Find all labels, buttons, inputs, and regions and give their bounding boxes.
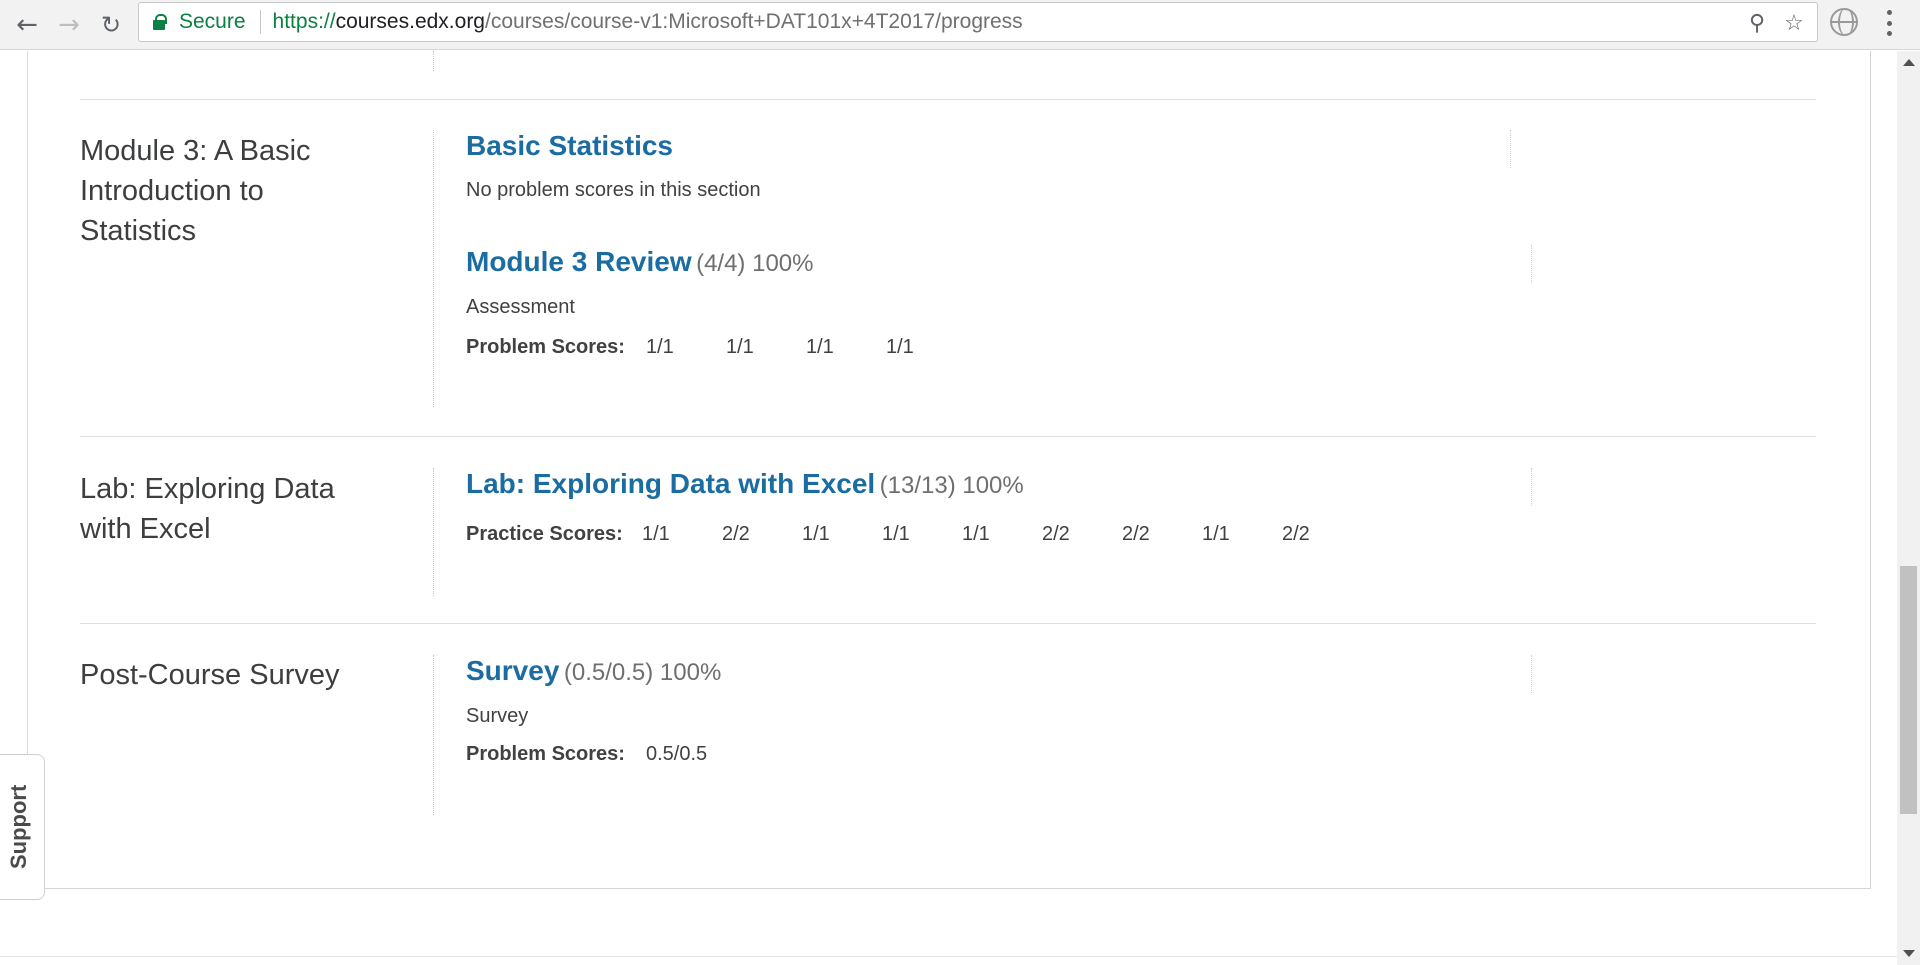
score-item: 1/1 — [962, 523, 990, 545]
section-score-summary: (4/4) 100% — [696, 250, 814, 277]
section-format-label: Assessment — [466, 296, 575, 318]
score-item: 1/1 — [802, 523, 830, 545]
section-score-summary: (0.5/0.5) 100% — [563, 659, 722, 686]
chapter-title: Lab: Exploring Data with Excel — [80, 473, 335, 545]
section-link[interactable]: Lab: Exploring Data with Excel — [466, 468, 875, 499]
globe-icon[interactable] — [1830, 8, 1858, 36]
scores-label: Problem Scores: — [466, 336, 625, 358]
problem-scores-row: Problem Scores: 0.5/0.5 — [466, 743, 726, 766]
secure-label: Secure — [179, 10, 246, 33]
section-divider — [1510, 130, 1511, 168]
chapter-divider — [80, 436, 1816, 437]
problem-scores-row: Problem Scores: 1/1 1/1 1/1 1/1 — [466, 336, 966, 359]
scores-label: Problem Scores: — [466, 743, 625, 765]
reload-icon[interactable]: ↻ — [94, 8, 128, 42]
support-tab[interactable]: Support — [0, 754, 45, 900]
score-item: 1/1 — [646, 336, 674, 358]
lock-icon — [153, 14, 167, 30]
score-item: 1/1 — [1202, 523, 1230, 545]
previous-section-column — [433, 51, 434, 71]
score-item: 2/2 — [722, 523, 750, 545]
chapter-title: Module 3: A Basic Introduction to Statis… — [80, 135, 311, 247]
score-item: 2/2 — [1282, 523, 1310, 545]
section-module3-review: Module 3 Review (4/4) 100% — [466, 246, 813, 278]
scroll-up-arrow-icon[interactable] — [1903, 59, 1915, 66]
section-link[interactable]: Module 3 Review — [466, 246, 692, 277]
back-icon[interactable]: ← — [10, 8, 44, 42]
section-divider — [1531, 245, 1532, 283]
sections-column — [433, 468, 434, 596]
score-item: 2/2 — [1042, 523, 1070, 545]
bookmark-star-icon[interactable]: ☆ — [1780, 9, 1808, 37]
practice-scores-row: Practice Scores: 1/1 2/2 1/1 1/1 1/1 2/2… — [466, 523, 1362, 546]
card-right-border — [1870, 51, 1871, 889]
no-scores-note: No problem scores in this section — [466, 179, 761, 201]
score-item: 1/1 — [806, 336, 834, 358]
chapter-divider — [80, 99, 1816, 100]
sections-column — [433, 655, 434, 815]
vertical-scrollbar[interactable] — [1897, 51, 1920, 965]
section-survey: Survey (0.5/0.5) 100% — [466, 655, 721, 687]
footer-divider — [0, 956, 1897, 957]
browser-toolbar: ← → ↻ Secure https://courses.edx.org/cou… — [0, 0, 1920, 50]
section-lab-exploring-data: Lab: Exploring Data with Excel (13/13) 1… — [466, 468, 1024, 500]
forward-icon[interactable]: → — [52, 8, 86, 42]
scores-label: Practice Scores: — [466, 523, 623, 545]
score-item: 1/1 — [882, 523, 910, 545]
scroll-thumb[interactable] — [1900, 566, 1917, 814]
url-text[interactable]: https://courses.edx.org/courses/course-v… — [273, 10, 1023, 34]
card-bottom-border — [44, 888, 1871, 889]
zoom-icon[interactable]: ⚲ — [1743, 9, 1771, 37]
score-item: 0.5/0.5 — [646, 743, 708, 765]
menu-icon[interactable] — [1886, 10, 1892, 36]
section-link[interactable]: Survey — [466, 655, 559, 686]
chapter-divider — [80, 623, 1816, 624]
section-format-label: Survey — [466, 705, 529, 727]
section-score-summary: (13/13) 100% — [879, 472, 1024, 499]
section-link[interactable]: Basic Statistics — [466, 130, 673, 161]
score-item: 1/1 — [886, 336, 914, 358]
section-divider — [1531, 655, 1532, 693]
score-item: 2/2 — [1122, 523, 1150, 545]
chapter-title: Post-Course Survey — [80, 659, 340, 691]
address-bar[interactable]: Secure https://courses.edx.org/courses/c… — [138, 2, 1818, 42]
score-item: 1/1 — [726, 336, 754, 358]
support-label: Support — [6, 784, 31, 869]
progress-page: Module 3: A Basic Introduction to Statis… — [0, 51, 1897, 965]
score-item: 1/1 — [642, 523, 670, 545]
scroll-down-arrow-icon[interactable] — [1903, 950, 1915, 957]
section-basic-statistics: Basic Statistics — [466, 130, 673, 162]
section-divider — [1531, 468, 1532, 506]
sections-column — [433, 130, 434, 407]
page-left-border — [27, 51, 28, 754]
omnibox-divider — [259, 10, 261, 34]
